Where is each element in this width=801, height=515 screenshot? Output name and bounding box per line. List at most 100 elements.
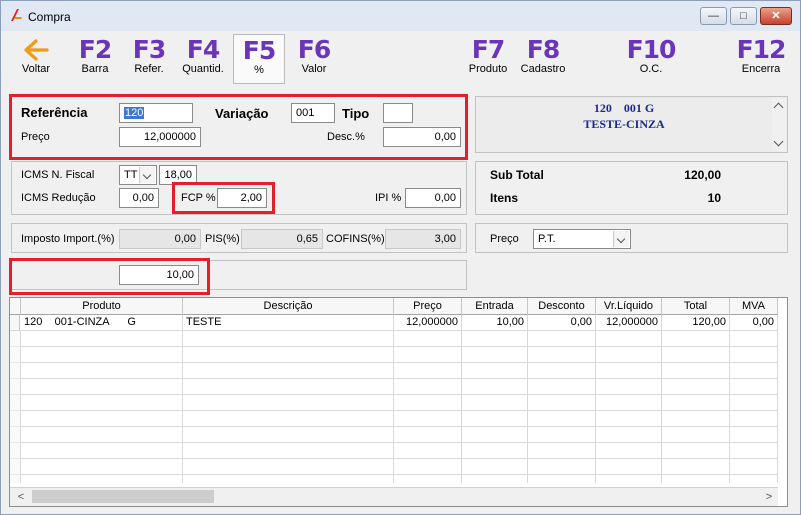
close-button[interactable]: ✕ <box>760 7 792 25</box>
f3-button[interactable]: F3 Refer. <box>127 37 171 76</box>
variacao-label: Variação <box>215 106 269 121</box>
icms-nf-code: TT <box>124 169 138 181</box>
scroll-down-icon[interactable] <box>773 136 784 147</box>
ipi-input[interactable]: 0,00 <box>405 188 461 208</box>
tipo-input[interactable] <box>383 103 413 123</box>
info-line-2: TESTE-CINZA <box>583 117 665 131</box>
f10-key: F10 <box>626 35 677 64</box>
f7-key: F7 <box>471 35 505 64</box>
cofins-input: 3,00 <box>385 229 461 249</box>
product-info-panel: 120 001 G TESTE-CINZA <box>475 96 788 153</box>
imp-label: Imposto Import.(%) <box>21 233 115 245</box>
f5-button[interactable]: F5 % <box>233 34 285 84</box>
price-label: Preço <box>490 233 519 245</box>
title-bar: Compra — □ ✕ <box>1 1 800 31</box>
cell-vr-liquido[interactable]: 12,000000 <box>596 315 662 331</box>
cell-mva[interactable]: 0,00 <box>730 315 778 331</box>
imp-input: 0,00 <box>119 229 201 249</box>
price-select[interactable]: P.T. <box>533 229 631 249</box>
price-selected: P.T. <box>538 233 556 245</box>
col-mva[interactable]: MVA <box>730 298 778 315</box>
f10-label: O.C. <box>639 63 663 75</box>
variacao-input[interactable]: 001 <box>291 103 335 123</box>
info-scrollbar[interactable] <box>772 98 786 151</box>
f6-button[interactable]: F6 Valor <box>293 37 335 76</box>
price-panel: Preço <box>475 223 788 253</box>
col-desconto[interactable]: Desconto <box>528 298 596 315</box>
cell-produto[interactable]: 120 001-CINZA G <box>21 315 183 331</box>
col-descricao[interactable]: Descrição <box>183 298 394 315</box>
f4-button[interactable]: F4 Quantid. <box>179 37 227 76</box>
icms-red-input[interactable]: 0,00 <box>119 188 159 208</box>
cell-entrada[interactable]: 10,00 <box>462 315 528 331</box>
icms-nf-input[interactable]: 18,00 <box>159 165 197 185</box>
f12-key: F12 <box>736 35 787 64</box>
icms-nf-label: ICMS N. Fiscal <box>21 169 95 181</box>
f7-button[interactable]: F7 Produto <box>465 37 511 76</box>
row-indicator[interactable] <box>10 315 20 331</box>
desc-input[interactable]: 0,00 <box>383 127 461 147</box>
f2-label: Barra <box>81 63 109 75</box>
referencia-label: Referência <box>21 105 88 120</box>
pis-input: 0,65 <box>241 229 323 249</box>
col-vr-liquido[interactable]: Vr.Líquido <box>596 298 662 315</box>
f4-key: F4 <box>186 35 220 64</box>
col-entrada[interactable]: Entrada <box>462 298 528 315</box>
itens-label: Itens <box>490 191 519 205</box>
f12-button[interactable]: F12 Encerra <box>735 37 787 76</box>
f3-key: F3 <box>132 35 166 64</box>
back-button[interactable]: Voltar <box>15 37 57 76</box>
icms-red-label: ICMS Redução <box>21 192 96 204</box>
maximize-button[interactable]: □ <box>730 7 757 25</box>
fcp-input[interactable]: 2,00 <box>217 188 267 208</box>
cell-total[interactable]: 120,00 <box>662 315 730 331</box>
quantity-input[interactable]: 10,00 <box>119 265 199 285</box>
f4-label: Quantid. <box>182 63 224 75</box>
f8-label: Cadastro <box>520 63 566 75</box>
app-logo-icon <box>11 9 22 21</box>
empty-grid-lines <box>10 331 778 483</box>
col-preco[interactable]: Preço <box>394 298 462 315</box>
scroll-up-icon[interactable] <box>773 102 784 113</box>
close-icon: ✕ <box>771 10 781 22</box>
scroll-right-icon[interactable]: > <box>762 490 776 504</box>
f6-key: F6 <box>297 35 331 64</box>
chevron-down-icon <box>139 167 155 183</box>
back-arrow-icon <box>24 39 49 61</box>
f2-button[interactable]: F2 Barra <box>75 37 115 76</box>
itens-value: 10 <box>707 191 721 205</box>
col-produto[interactable]: Produto <box>21 298 183 315</box>
maximize-icon: □ <box>740 10 747 22</box>
summary-panel: Sub Total 120,00 Itens 10 <box>475 161 788 215</box>
cell-desconto[interactable]: 0,00 <box>528 315 596 331</box>
f5-label: % <box>254 64 264 76</box>
info-line-1: 120 001 G <box>593 101 655 115</box>
f8-button[interactable]: F8 Cadastro <box>517 37 569 76</box>
minimize-icon: — <box>708 10 719 22</box>
window-title: Compra <box>28 10 71 24</box>
f5-key: F5 <box>242 36 276 65</box>
quantity-panel <box>11 260 467 290</box>
scroll-thumb[interactable] <box>32 490 214 503</box>
back-label: Voltar <box>21 63 51 75</box>
preco-label: Preço <box>21 131 50 143</box>
f3-label: Refer. <box>134 63 164 75</box>
f12-label: Encerra <box>741 63 781 75</box>
ipi-label: IPI % <box>375 192 402 204</box>
col-total[interactable]: Total <box>662 298 730 315</box>
f7-label: Produto <box>468 63 508 75</box>
f10-button[interactable]: F10 O.C. <box>623 37 679 76</box>
f6-label: Valor <box>301 63 327 75</box>
horizontal-scrollbar[interactable]: < > <box>10 487 778 506</box>
minimize-button[interactable]: — <box>700 7 727 25</box>
referencia-input[interactable]: 120 <box>119 103 193 123</box>
cell-descricao[interactable]: TESTE <box>183 315 394 331</box>
icms-nf-select[interactable]: TT <box>119 165 157 185</box>
scroll-left-icon[interactable]: < <box>14 490 28 504</box>
cell-preco[interactable]: 12,000000 <box>394 315 462 331</box>
subtotal-value: 120,00 <box>684 168 721 182</box>
preco-input[interactable]: 12,000000 <box>119 127 201 147</box>
function-toolbar: Voltar F2 Barra F3 Refer. F4 Quantid. F5… <box>1 31 800 86</box>
cofins-label: COFINS(%) <box>326 233 385 245</box>
referencia-value: 120 <box>124 107 145 119</box>
